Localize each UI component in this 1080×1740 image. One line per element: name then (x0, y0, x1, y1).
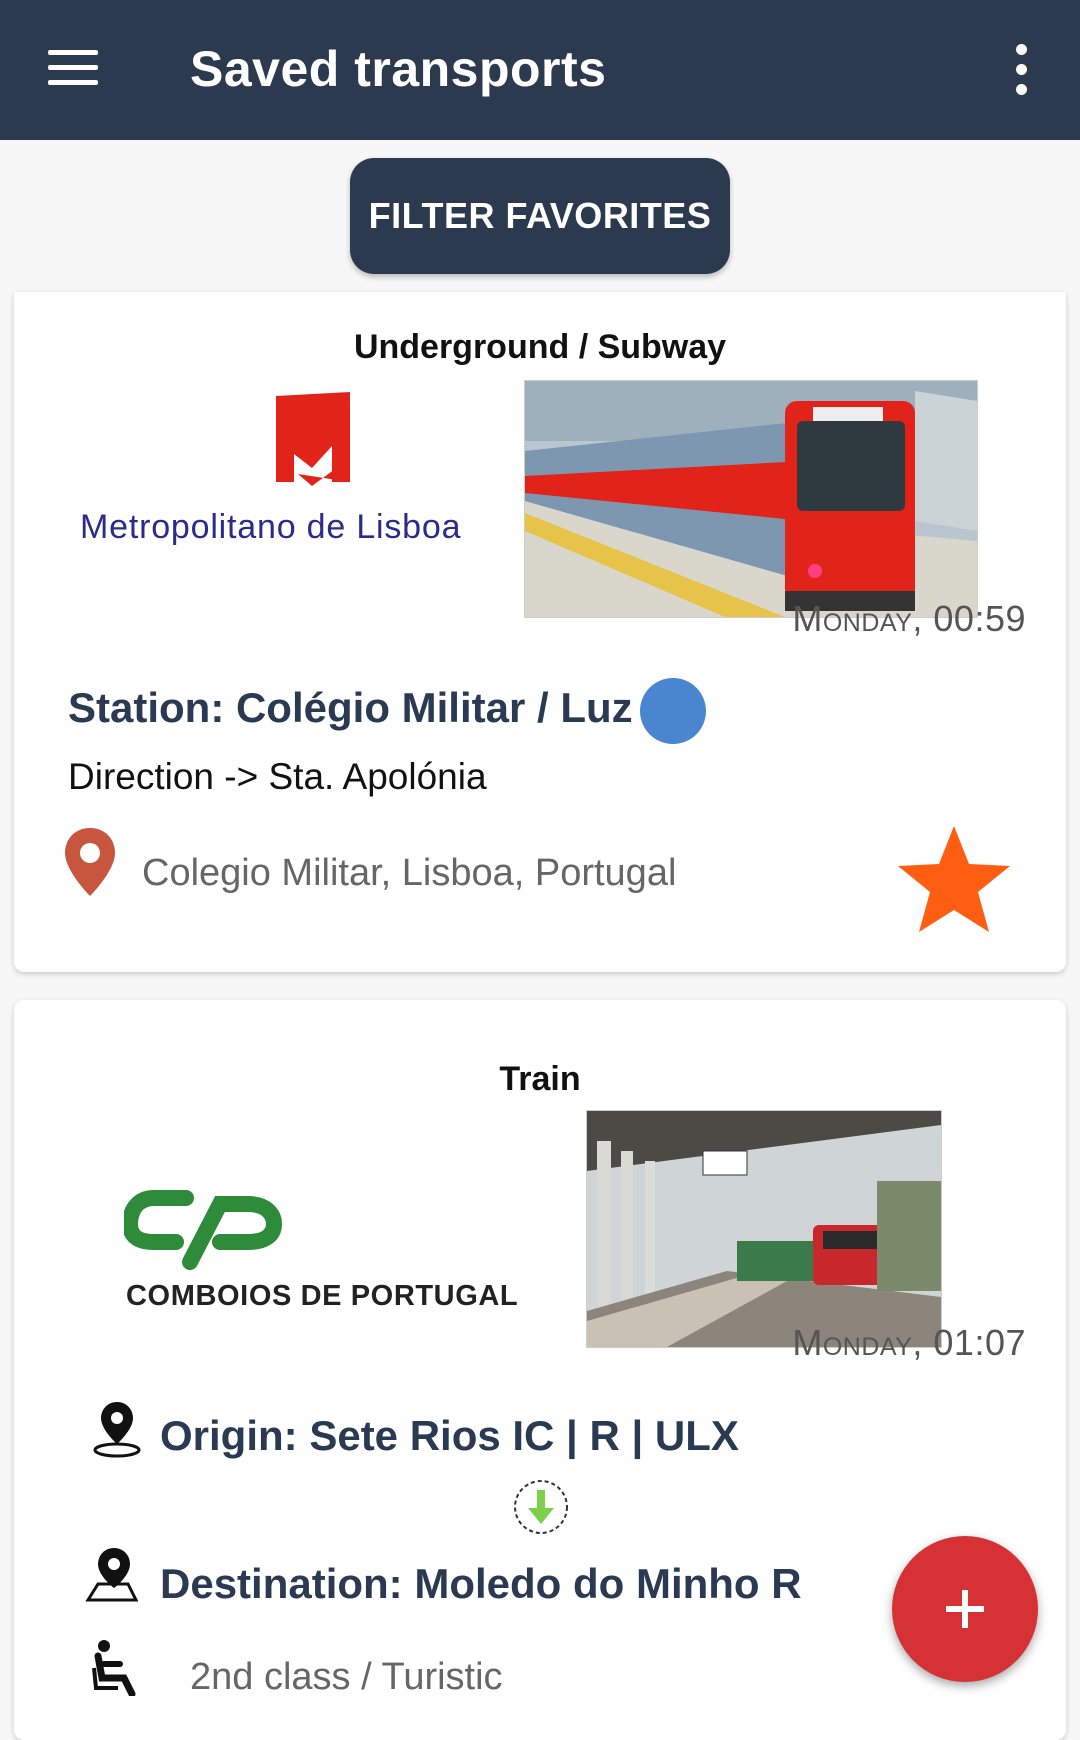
operator-name: COMBOIOS DE PORTUGAL (126, 1280, 519, 1312)
travel-class: 2nd class / Turistic (190, 1656, 503, 1698)
transport-type: Train (499, 1060, 581, 1098)
departure-day: Monday (792, 1322, 913, 1363)
favorite-star-icon[interactable] (894, 822, 1014, 938)
departure-time: Monday, 00:59 (792, 598, 1026, 639)
add-transport-button[interactable] (892, 1536, 1038, 1682)
direction-text: Direction -> Sta. Apolónia (68, 756, 487, 797)
cp-logo-icon (124, 1190, 283, 1270)
train-photo (586, 1110, 942, 1348)
operator-name: Metropolitano de Lisboa (80, 508, 462, 546)
destination-map-pin-icon (85, 1548, 138, 1602)
plus-icon-vertical (962, 1590, 968, 1628)
subway-photo (524, 380, 978, 618)
departure-time: Monday, 01:07 (792, 1322, 1026, 1363)
station-name: Station: Colégio Militar / Luz (68, 684, 633, 731)
origin-station: Origin: Sete Rios IC | R | ULX (160, 1412, 739, 1459)
departure-clock: 00:59 (933, 598, 1026, 639)
menu-icon[interactable] (40, 40, 106, 96)
app-bar: Saved transports (0, 0, 1080, 140)
more-options-icon[interactable] (1000, 40, 1044, 100)
transport-type: Underground / Subway (353, 328, 727, 366)
location-pin-icon (65, 828, 115, 896)
departure-day: Monday (792, 598, 913, 639)
page-title: Saved transports (190, 41, 607, 97)
destination-station: Destination: Moledo do Minho R (160, 1560, 802, 1607)
address-text: Colegio Militar, Lisboa, Portugal (142, 852, 677, 894)
transport-card-subway[interactable]: Underground / Subway Metropolitano de Li… (14, 292, 1066, 972)
seat-icon (92, 1640, 136, 1696)
departure-clock: 01:07 (933, 1322, 1026, 1363)
line-color-indicator (640, 678, 706, 744)
arrow-down-icon (514, 1480, 568, 1534)
origin-pin-icon (93, 1402, 141, 1458)
filter-favorites-button[interactable]: FILTER FAVORITES (350, 158, 730, 274)
